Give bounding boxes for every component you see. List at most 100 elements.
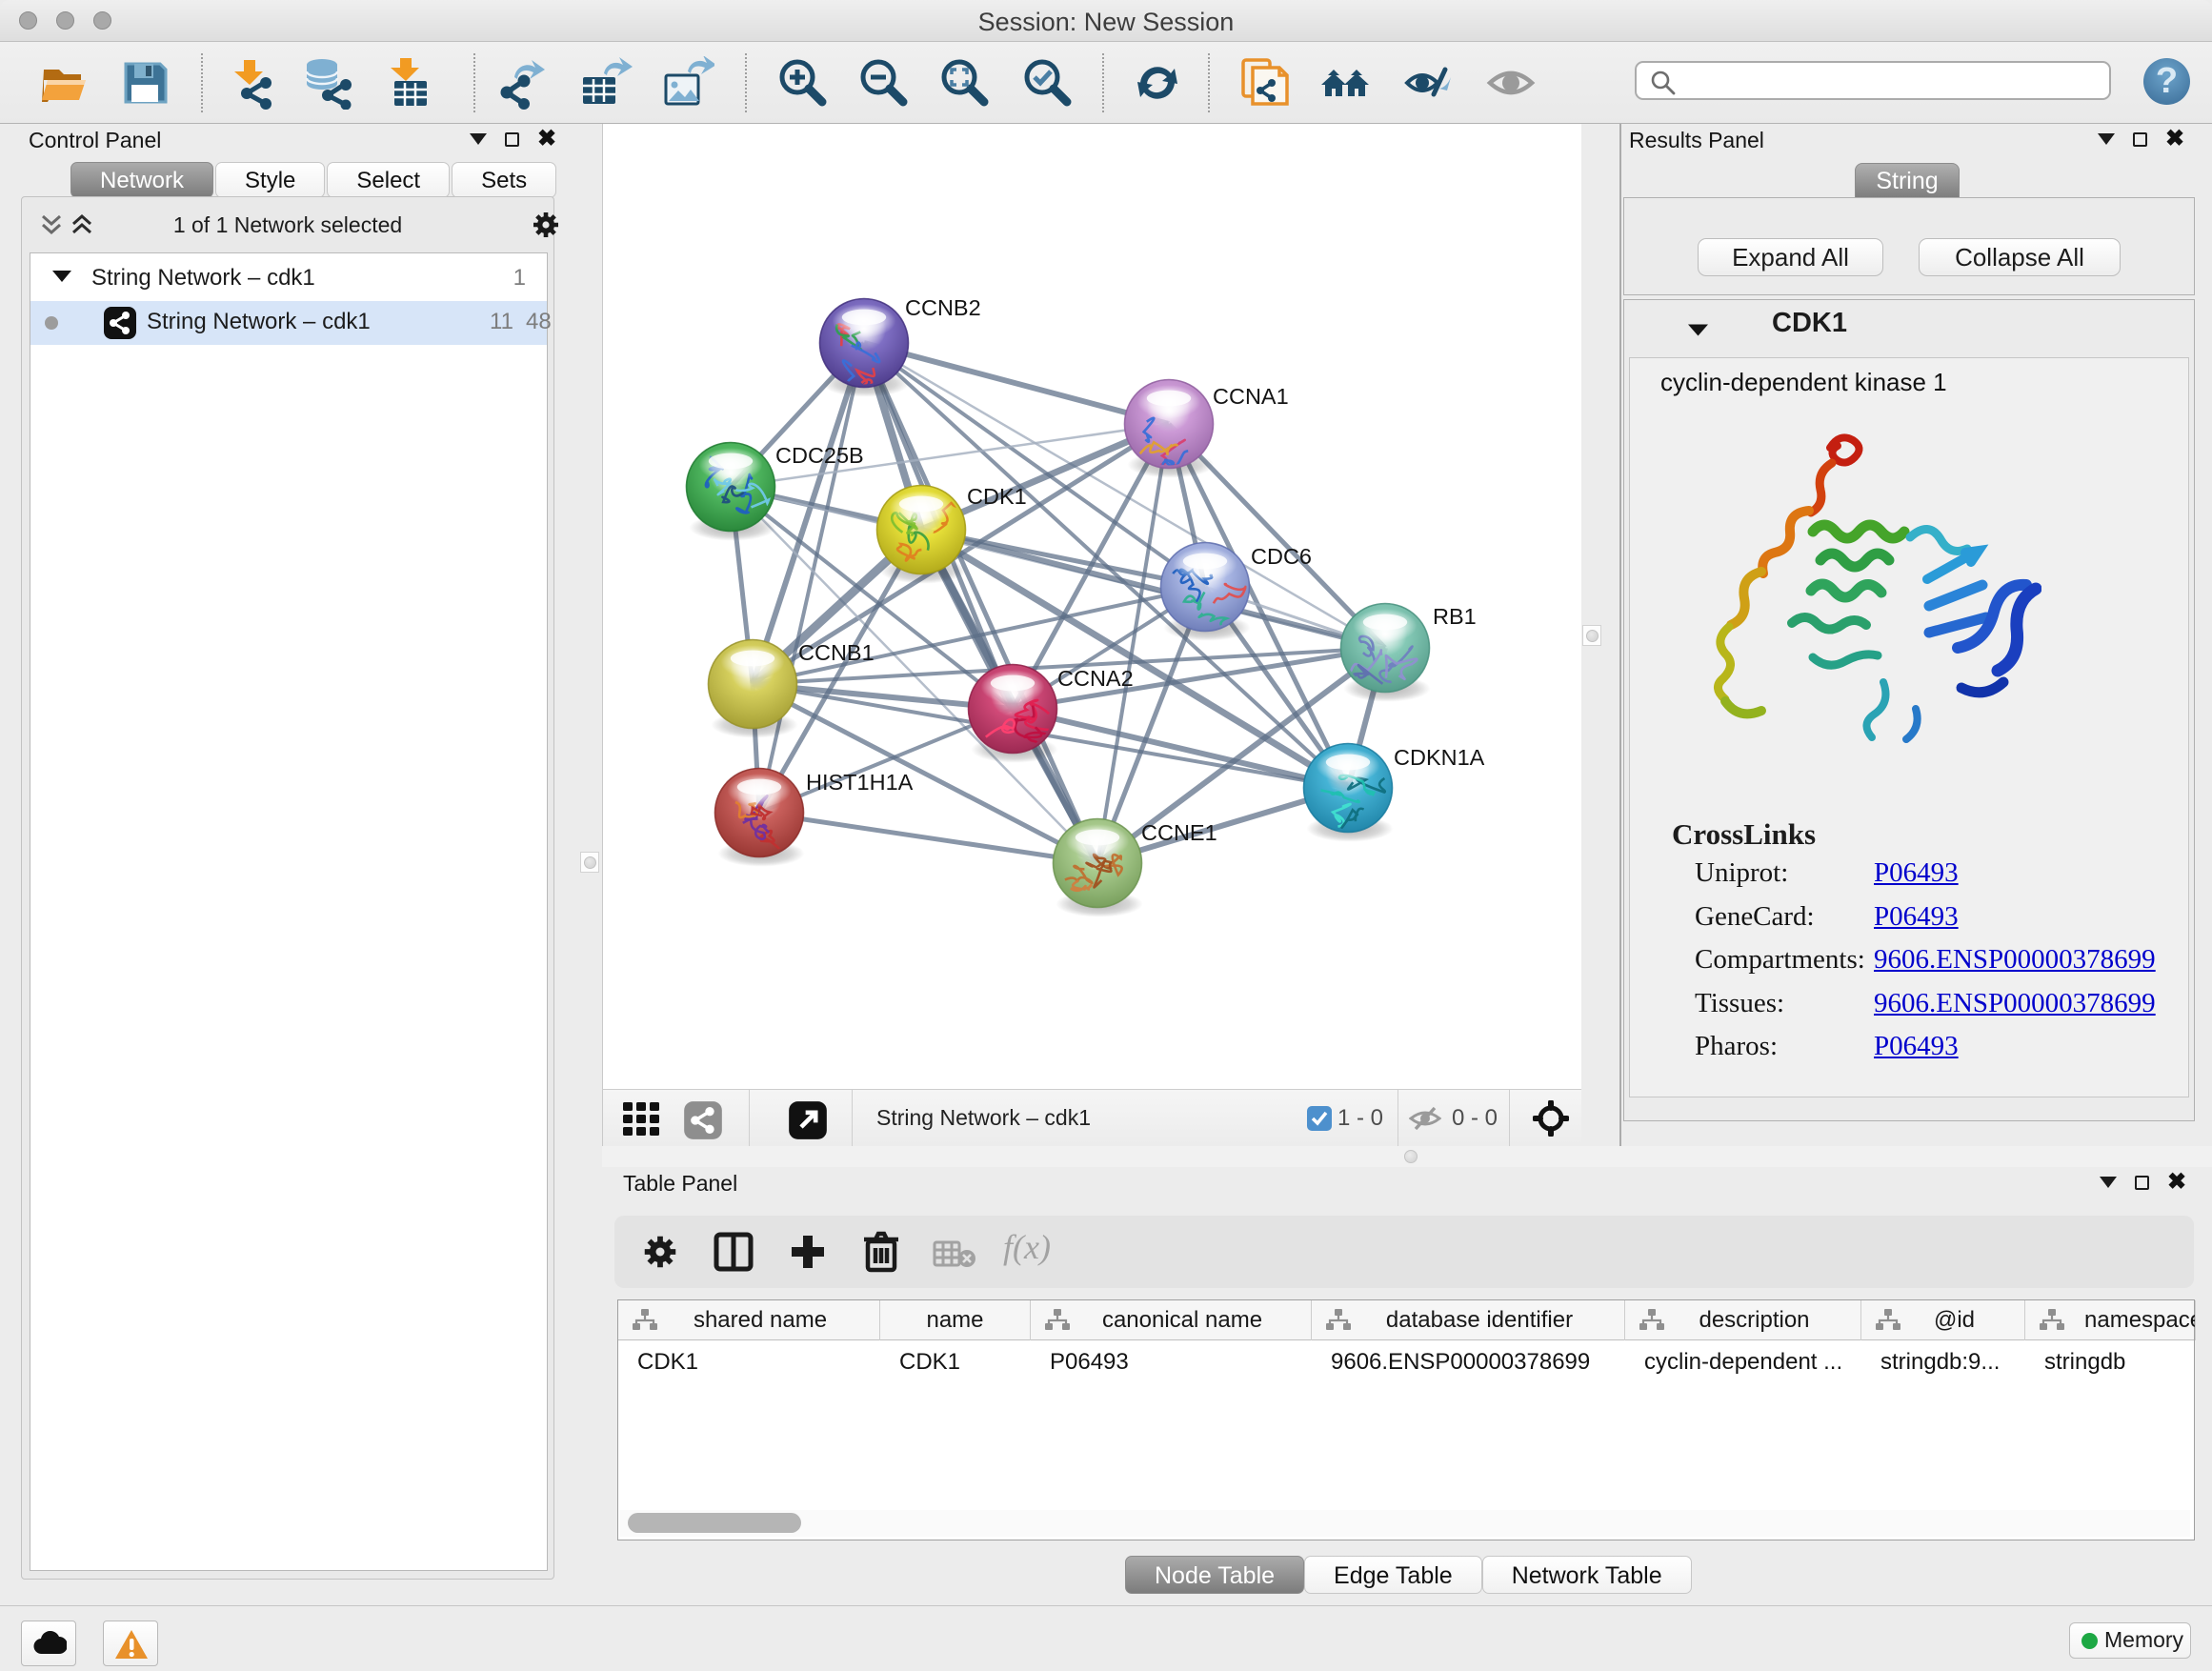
results-panel-float-icon[interactable] — [2133, 132, 2147, 147]
column-header-shared-name[interactable]: shared name — [618, 1300, 880, 1340]
network-options-gear-icon[interactable] — [531, 210, 561, 240]
node-CCNA1[interactable] — [1125, 380, 1215, 478]
control-panel-menu-icon[interactable] — [470, 133, 487, 145]
open-session-icon[interactable] — [38, 56, 91, 110]
zoom-in-icon[interactable] — [774, 56, 828, 110]
table-cell-shared-name[interactable]: CDK1 — [637, 1349, 698, 1376]
column-header-namespace[interactable]: namespace — [2025, 1300, 2196, 1340]
tab-select[interactable]: Select — [327, 162, 450, 198]
crosslink-link[interactable]: P06493 — [1874, 1031, 1959, 1062]
cloud-button[interactable] — [21, 1621, 76, 1666]
zoom-fit-icon[interactable] — [936, 56, 990, 110]
table-cell-name[interactable]: CDK1 — [899, 1349, 960, 1376]
delete-column-icon[interactable] — [860, 1230, 902, 1274]
export-table-icon[interactable] — [579, 56, 633, 110]
tab-network[interactable]: Network — [70, 162, 213, 198]
table-cell-canonical-name[interactable]: P06493 — [1050, 1349, 1129, 1376]
table-toolbar: f(x) — [614, 1216, 2194, 1288]
column-header-@id[interactable]: @id — [1861, 1300, 2025, 1340]
node-CCNE1[interactable] — [1054, 819, 1143, 917]
search-input[interactable] — [1680, 65, 2100, 96]
control-panel-float-icon[interactable] — [505, 132, 519, 147]
column-header-name[interactable]: name — [880, 1300, 1031, 1340]
birds-eye-view-icon[interactable] — [621, 1100, 665, 1138]
string-network-graph[interactable]: CCNB2CCNA1CDC25BCDK1CDC6RB1CCNB1CCNA2CDK… — [603, 124, 1582, 1089]
column-header-description[interactable]: description — [1625, 1300, 1861, 1340]
crosslink-link[interactable]: P06493 — [1874, 857, 1959, 889]
table-cell-database-identifier[interactable]: 9606.ENSP00000378699 — [1331, 1349, 1590, 1376]
crosslink-link[interactable]: 9606.ENSP00000378699 — [1874, 988, 2156, 1019]
table-scrollbar-thumb[interactable] — [628, 1513, 801, 1533]
tab-sets[interactable]: Sets — [452, 162, 556, 198]
tab-edge-table[interactable]: Edge Table — [1304, 1556, 1482, 1594]
node-RB1[interactable] — [1337, 604, 1430, 702]
column-header-canonical-name[interactable]: canonical name — [1031, 1300, 1312, 1340]
table-cell-namespace[interactable]: stringdb — [2044, 1349, 2125, 1376]
node-HIST1H1A[interactable] — [715, 769, 805, 867]
table-panel-close-icon[interactable]: ✖ — [2167, 1175, 2186, 1190]
table-cell-description[interactable]: cyclin-dependent ... — [1644, 1349, 1842, 1376]
results-panel-menu-icon[interactable] — [2098, 133, 2115, 145]
import-table-from-file-icon[interactable] — [379, 56, 432, 110]
fit-content-crosshair-icon[interactable] — [1533, 1100, 1569, 1137]
save-session-icon[interactable] — [118, 56, 171, 110]
import-network-from-database-icon[interactable] — [301, 56, 354, 110]
crosslink-link[interactable]: 9606.ENSP00000378699 — [1874, 944, 2156, 976]
node-CCNA2[interactable] — [969, 665, 1058, 763]
network-share-badge-icon[interactable] — [683, 1100, 723, 1140]
column-header-database-identifier[interactable]: database identifier — [1312, 1300, 1625, 1340]
node-CCNB2[interactable] — [820, 299, 910, 397]
gene-section-expander-icon[interactable] — [1687, 323, 1709, 336]
export-network-icon[interactable] — [497, 56, 551, 110]
node-CDK1[interactable] — [877, 486, 967, 584]
table-settings-gear-icon[interactable] — [641, 1233, 679, 1271]
split-table-icon[interactable] — [714, 1232, 754, 1272]
select-first-neighbors-icon[interactable] — [1318, 56, 1372, 110]
collapse-all-button[interactable]: Collapse All — [1919, 238, 2121, 276]
network-label: String Network – cdk1 — [147, 309, 371, 335]
control-panel-close-icon[interactable]: ✖ — [537, 131, 556, 147]
network-row-selected[interactable]: String Network – cdk1 11 48 — [30, 301, 547, 345]
function-builder-icon[interactable]: f(x) — [1003, 1227, 1051, 1267]
warnings-button[interactable] — [103, 1621, 158, 1666]
network-canvas[interactable]: CCNB2CCNA1CDC25BCDK1CDC6RB1CCNB1CCNA2CDK… — [602, 124, 1581, 1089]
horizontal-splitter[interactable] — [602, 1146, 2212, 1167]
tab-style[interactable]: Style — [215, 162, 325, 198]
table-row[interactable]: CDK1 CDK1 P06493 9606.ENSP00000378699 cyclin… — [618, 1340, 2194, 1379]
export-image-icon[interactable] — [661, 56, 714, 110]
results-panel-close-icon[interactable]: ✖ — [2165, 131, 2184, 147]
zoom-out-icon[interactable] — [855, 56, 909, 110]
node-label-CCNB1: CCNB1 — [798, 640, 875, 665]
network-collection-row[interactable]: String Network – cdk1 1 — [30, 259, 547, 301]
memory-button[interactable]: Memory — [2069, 1622, 2191, 1659]
crosslink-label: GeneCard: — [1695, 901, 1815, 933]
tab-node-table[interactable]: Node Table — [1125, 1556, 1304, 1594]
table-panel-menu-icon[interactable] — [2100, 1177, 2117, 1188]
right-splitter-handle[interactable] — [1582, 625, 1601, 646]
table-cell-@id[interactable]: stringdb:9... — [1880, 1349, 2000, 1376]
hide-selection-icon[interactable] — [1401, 56, 1455, 110]
horizontal-splitter-handle[interactable] — [1404, 1150, 1418, 1163]
show-all-icon[interactable] — [1484, 56, 1538, 110]
apply-preferred-layout-icon[interactable] — [1131, 56, 1184, 110]
help-button[interactable]: ? — [2143, 58, 2190, 105]
left-splitter-handle[interactable] — [580, 852, 599, 873]
node-CCNB1[interactable] — [709, 640, 798, 738]
open-in-window-icon[interactable] — [788, 1100, 828, 1140]
add-column-icon[interactable] — [788, 1232, 828, 1272]
node-CDC6[interactable] — [1161, 543, 1251, 641]
new-network-from-selection-icon[interactable] — [1237, 56, 1291, 110]
tab-network-table[interactable]: Network Table — [1482, 1556, 1692, 1594]
node-CDC25B[interactable] — [687, 443, 776, 541]
zoom-selected-icon[interactable] — [1019, 56, 1073, 110]
table-panel-float-icon[interactable] — [2135, 1176, 2149, 1190]
crosslink-link[interactable]: P06493 — [1874, 901, 1959, 933]
results-panel: Results Panel ✖ String Expand All Collap… — [1619, 124, 2212, 1146]
import-network-from-file-icon[interactable] — [223, 56, 276, 110]
expand-all-button[interactable]: Expand All — [1698, 238, 1883, 276]
table-panel: Table Panel ✖ — [602, 1167, 2212, 1605]
tab-string[interactable]: String — [1855, 163, 1960, 198]
node-CDKN1A[interactable] — [1304, 744, 1394, 842]
delete-table-icon[interactable] — [933, 1239, 976, 1268]
collection-expander-icon[interactable] — [51, 269, 72, 284]
